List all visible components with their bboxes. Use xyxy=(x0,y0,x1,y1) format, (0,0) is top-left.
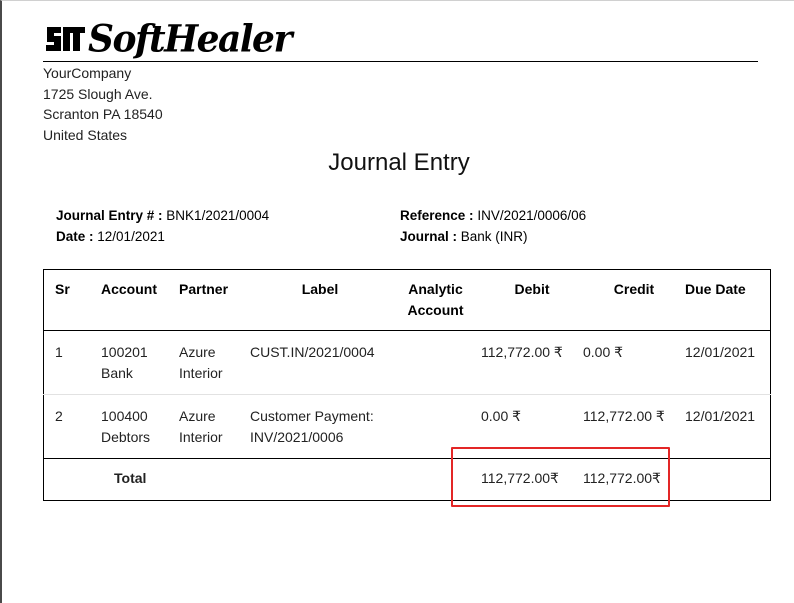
cell-credit: 0.00 ₹ xyxy=(583,344,624,360)
reference-label: Reference : xyxy=(400,208,474,223)
cell-empty xyxy=(44,459,102,501)
table-header-row: Sr Account Partner Label Analytic Accoun… xyxy=(43,270,771,331)
column-header-analytic-account: Analytic Account xyxy=(407,281,464,318)
address-line: Scranton PA 18540 xyxy=(43,106,163,122)
entry-meta-left: Journal Entry # : BNK1/2021/0004 Date : … xyxy=(56,206,269,247)
column-header-due-date: Due Date xyxy=(685,281,746,297)
cell-empty xyxy=(250,459,390,501)
date-value: 12/01/2021 xyxy=(97,228,165,244)
cell-sr: 1 xyxy=(55,344,63,360)
cell-account: 100400 Debtors xyxy=(101,408,151,445)
cell-due-date: 12/01/2021 xyxy=(685,344,756,360)
reference-value: INV/2021/0006/06 xyxy=(477,208,587,223)
date-label: Date : xyxy=(56,228,94,244)
entry-meta-right: Reference : INV/2021/0006/06 Journal : B… xyxy=(400,206,586,247)
column-header-account: Account xyxy=(101,281,157,297)
logo-wordmark: SoftHealer xyxy=(88,16,292,62)
cell-partner: Azure Interior xyxy=(179,344,223,381)
cell-analytic-account xyxy=(390,331,481,395)
cell-debit: 112,772.00 ₹ xyxy=(481,344,563,360)
company-address: YourCompany 1725 Slough Ave. Scranton PA… xyxy=(43,63,163,145)
address-line: United States xyxy=(43,126,128,143)
softhealer-logo-icon xyxy=(46,27,85,51)
cell-label: Customer Payment: INV/2021/0006 xyxy=(250,408,374,445)
cell-label: CUST.IN/2021/0004 xyxy=(250,344,375,360)
cell-sr: 2 xyxy=(55,408,63,424)
cell-empty xyxy=(685,459,771,501)
journal-entry-number: Journal Entry # : BNK1/2021/0004 xyxy=(56,206,269,227)
journal-value: Bank (INR) xyxy=(460,228,528,244)
total-label: Total xyxy=(114,470,147,486)
column-header-debit: Debit xyxy=(514,281,550,297)
journal-label: Journal : xyxy=(400,228,458,244)
entry-date: Date : 12/01/2021 xyxy=(56,227,269,248)
address-line: 1725 Slough Ave. xyxy=(43,85,153,102)
entry-reference: Reference : INV/2021/0006/06 xyxy=(400,206,586,227)
cell-account: 100201 Bank xyxy=(101,344,148,381)
journal-entry-label: Journal Entry # : xyxy=(56,208,163,223)
column-header-label: Label xyxy=(301,281,339,297)
table-row: 1 100201 Bank Azure Interior CUST.IN/202… xyxy=(43,331,771,395)
column-header-partner: Partner xyxy=(179,281,229,297)
column-header-credit: Credit xyxy=(613,281,655,297)
entry-journal: Journal : Bank (INR) xyxy=(400,227,586,248)
report-page: SoftHealer YourCompany 1725 Slough Ave. … xyxy=(0,0,794,603)
journal-entry-value: BNK1/2021/0004 xyxy=(166,208,270,223)
cell-due-date: 12/01/2021 xyxy=(685,408,756,424)
company-logo: SoftHealer xyxy=(44,16,292,62)
page-title: Journal Entry xyxy=(328,149,470,176)
header-divider xyxy=(43,61,758,62)
cell-partner: Azure Interior xyxy=(179,408,223,445)
column-header-sr: Sr xyxy=(55,281,70,297)
totals-highlight-box xyxy=(451,447,670,507)
company-name: YourCompany xyxy=(43,65,132,81)
